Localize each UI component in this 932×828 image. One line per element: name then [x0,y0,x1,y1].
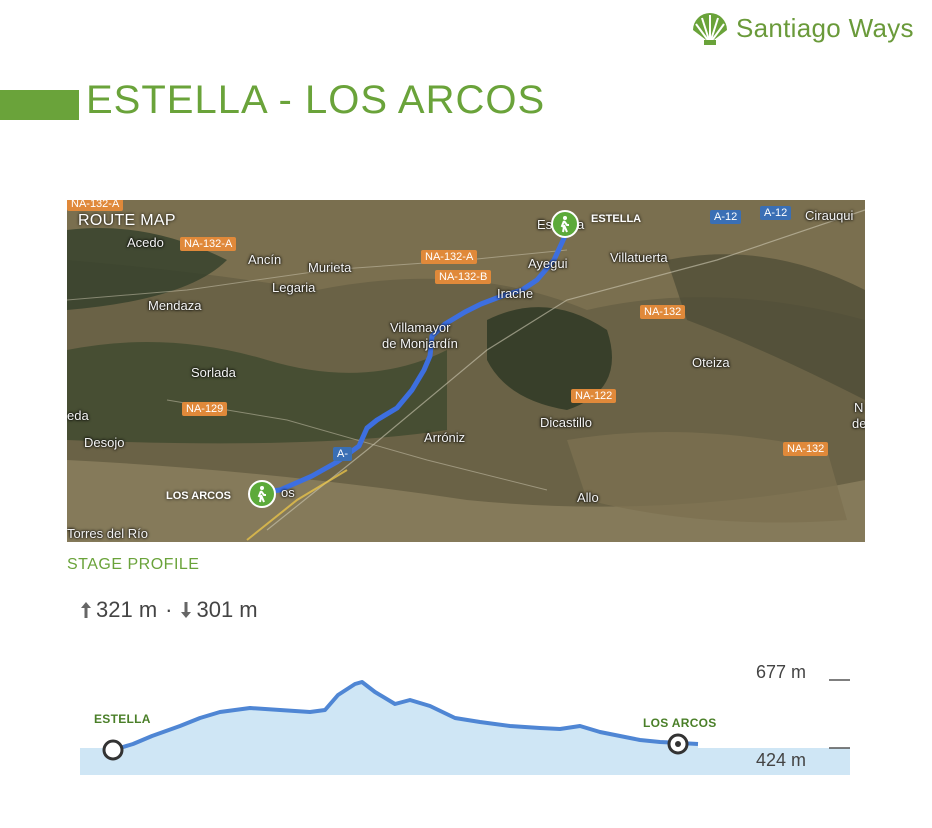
road-a-12-west: A-12 [710,210,742,224]
profile-baseline-band [80,748,850,775]
place-arroniz: Arróniz [424,430,466,445]
place-oteiza: Oteiza [692,355,730,370]
end-pin-label: LOS ARCOS [166,490,231,502]
road-na-132-b: NA-132-B [435,270,492,284]
scallop-shell-icon [693,13,727,45]
road-a-12-east: A-12 [760,206,792,220]
place-legaria: Legaria [272,280,316,295]
ascent-value: 321 m [96,597,158,622]
place-monjardin: de Monjardín [382,336,458,351]
max-elevation: 677 m [756,662,807,682]
stage-profile-title: STAGE PROFILE [67,556,200,573]
place-villatuerta: Villatuerta [610,250,668,265]
profile-end-label: LOS ARCOS [643,716,717,730]
arrow-down-icon [181,602,192,618]
place-partial-left-edge: eda [67,408,89,423]
start-marker-icon [102,739,124,761]
title-accent-bar [0,90,79,120]
stats-separator: · [165,597,173,622]
road-na-132-east: NA-132 [640,305,686,319]
road-na-122: NA-122 [571,389,617,403]
elevation-stats: 321 m · 301 m [80,597,258,623]
arrow-up-icon [81,602,91,618]
road-a-12-south: A- [333,447,352,461]
place-cirauqui: Cirauqui [805,208,854,223]
santiago-ways-logo: Santiago Ways [690,10,914,46]
end-pin-hiker-icon[interactable] [248,480,276,508]
road-na-132-a-west: NA-132-A [180,237,237,251]
road-na-132-a-top-edge: NA-132-A [67,200,124,211]
start-pin-label: ESTELLA [591,213,642,225]
start-pin-hiker-icon[interactable] [551,210,579,238]
place-allo: Allo [577,490,599,505]
brand-name: Santiago Ways [736,12,914,43]
place-dicastillo: Dicastillo [540,415,593,430]
profile-start-label: ESTELLA [94,712,151,726]
min-elevation: 424 m [756,750,807,770]
place-partial-right-edge-1: N [854,400,864,415]
stage-title: ESTELLA - LOS ARCOS [86,78,546,122]
place-ayegui: Ayegui [528,256,568,271]
place-estella-partial-left: Es [537,217,553,232]
place-desojo: Desojo [84,435,125,450]
elevation-profile-chart [80,679,850,775]
road-na-132-south: NA-132 [783,442,829,456]
route-map[interactable]: ROUTE MAP Acedo Ancín Murieta Legaria Me… [67,200,865,542]
place-mendaza: Mendaza [148,298,202,313]
place-sorlada: Sorlada [191,365,236,380]
place-ancin: Ancín [248,252,282,267]
place-los-arcos-partial: os [281,485,295,500]
road-na-132-a: NA-132-A [421,250,478,264]
place-partial-right-edge-2: de [852,416,865,431]
road-na-129: NA-129 [182,402,228,416]
place-villamayor: Villamayor [390,320,451,335]
descent-value: 301 m [196,597,258,622]
route-map-label: ROUTE MAP [78,212,176,229]
place-murieta: Murieta [308,260,352,275]
place-acedo: Acedo [127,235,164,250]
place-irache: Irache [497,286,534,301]
place-torres-del-rio: Torres del Río [67,526,148,541]
